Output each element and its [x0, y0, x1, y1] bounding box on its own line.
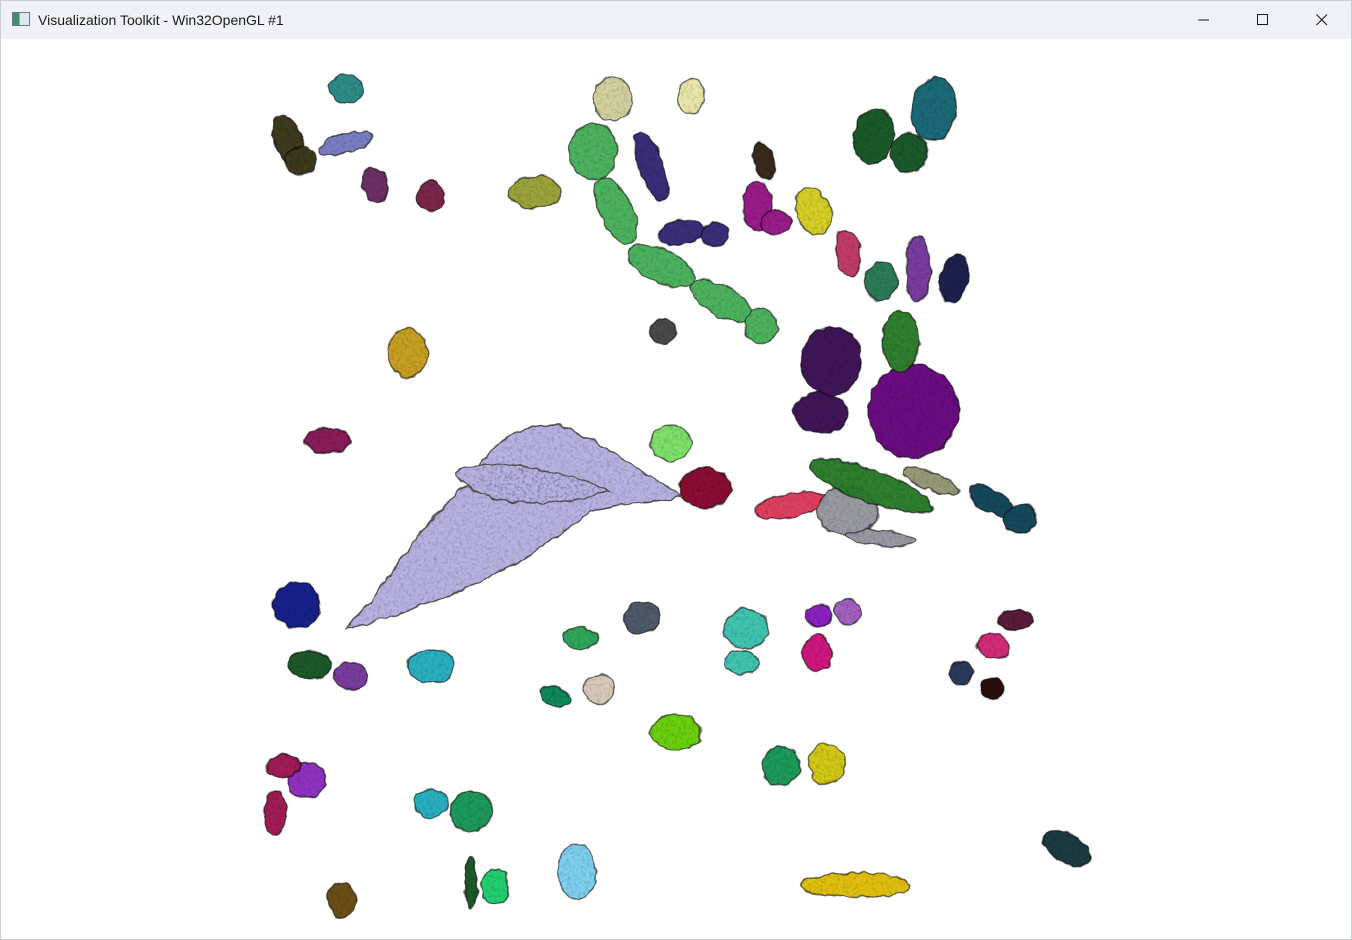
maximize-icon [1257, 14, 1268, 25]
segmented-blob [761, 211, 791, 235]
volume-render-scene[interactable] [1, 39, 1351, 939]
segmented-blob [481, 869, 509, 905]
segmented-blob [450, 791, 492, 831]
close-button[interactable] [1293, 1, 1351, 39]
maximize-button[interactable] [1234, 1, 1292, 39]
segmented-blob [801, 873, 911, 897]
segmented-blob [465, 857, 477, 909]
segmented-blob [1005, 504, 1037, 534]
segmented-blob [651, 714, 701, 750]
segmented-blob [267, 754, 301, 778]
render-viewport[interactable] [1, 39, 1351, 939]
segmented-blob [939, 254, 969, 302]
segmented-blob [407, 650, 455, 682]
segmented-blob [288, 651, 332, 679]
segmented-blob [949, 662, 973, 684]
segmented-blob [701, 222, 729, 246]
vtk-render-window[interactable]: Visualization Toolkit - Win32OpenGL #1 [0, 0, 1352, 940]
segmented-blob [414, 789, 448, 817]
title-bar[interactable]: Visualization Toolkit - Win32OpenGL #1 [1, 1, 1351, 39]
segmented-blob [594, 77, 632, 121]
segmented-blob [416, 181, 446, 211]
segmented-blob [678, 78, 704, 114]
segmented-blob [584, 675, 614, 703]
segmented-blob [806, 603, 832, 627]
vtk-app-icon [12, 12, 30, 26]
segmented-blob [329, 74, 363, 104]
segmented-blob [679, 468, 731, 508]
close-icon [1316, 14, 1328, 26]
segmented-blob [273, 582, 321, 628]
segmented-blob [998, 610, 1034, 630]
segmented-blob [264, 791, 286, 835]
segmented-blob [650, 318, 676, 344]
segmented-blob [794, 393, 848, 433]
window-title: Visualization Toolkit - Win32OpenGL #1 [38, 12, 284, 28]
segmented-blob [558, 843, 596, 899]
segmented-blob [388, 329, 428, 377]
segmented-blob [883, 311, 919, 371]
segmented-blob [509, 176, 561, 208]
segmented-blob [724, 609, 768, 649]
segmented-blob [981, 679, 1005, 699]
segmented-blob [628, 244, 694, 288]
segmented-blob [657, 220, 705, 246]
segmented-blob [304, 427, 350, 453]
segmented-blob [328, 883, 356, 917]
segmented-blob [563, 627, 599, 649]
segmented-blob [745, 308, 777, 344]
segmented-blob [802, 635, 832, 671]
segmented-blob [762, 747, 800, 785]
segmented-blob [906, 235, 930, 303]
segmented-blob [334, 663, 368, 689]
segmented-blob [569, 123, 617, 179]
segmented-blob [868, 364, 958, 458]
segmented-blob [651, 425, 691, 461]
segmented-blob [809, 744, 845, 784]
segmented-blob [624, 602, 660, 634]
segmented-blob [977, 633, 1009, 659]
segmented-blob [835, 599, 861, 625]
minimize-icon [1198, 19, 1209, 21]
segmented-blob [835, 229, 861, 277]
segmented-blob [864, 261, 898, 301]
segmented-blob [724, 651, 758, 675]
segmented-blob [801, 327, 861, 395]
segmented-blob [285, 147, 317, 175]
minimize-button[interactable] [1175, 1, 1233, 39]
segmented-blob [795, 187, 831, 235]
segmented-blob [891, 133, 927, 173]
segmented-blob [346, 425, 681, 629]
segmented-blob [361, 167, 389, 203]
